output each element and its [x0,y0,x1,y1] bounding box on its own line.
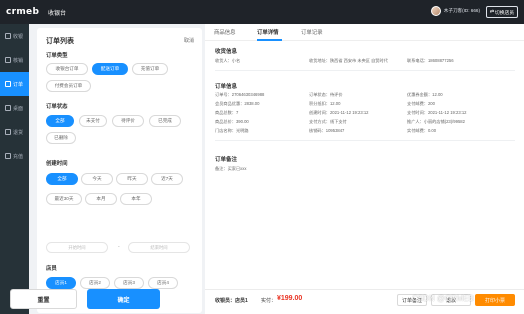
date-range-separator: - [118,244,120,250]
time-this-year[interactable]: 本年 [120,193,152,205]
order-type-delivery[interactable]: 配送订单 [92,63,128,75]
sidebar-item-cashier[interactable]: 收银 [0,24,29,48]
order-list-filter-panel: 订单列表 取消 订单类型 收银台订单 配送订单 充值订单 付费会员订单 订单状态… [37,28,202,313]
promoter: 推广人：小丽的店铺(23)/99582 [407,119,465,124]
time-30-days[interactable]: 最近30天 [46,193,82,205]
time-yesterday[interactable]: 昨天 [116,173,148,185]
actual-postage: 实付邮费：0.00 [407,128,437,133]
receiver-phone: 联系电话：18608877256 [407,58,454,63]
time-today[interactable]: 今天 [81,173,113,185]
status-unpaid[interactable]: 未支付 [79,115,107,127]
user-profile[interactable]: 木子刀客(ID: 666) [430,6,480,16]
detail-tabs: 商品信息 订单详情 订单记录 [205,24,524,41]
receiver-address: 收货地址：陕西省 西安市 未央区 自贸时代 [309,58,388,63]
order-status-title: 订单状态 [46,104,68,110]
order-icon [5,81,11,87]
remark-text: 备注：买家已xxx [215,166,247,171]
order-type-recharge[interactable]: 充值订单 [132,63,168,75]
cashier-staff-label: 收银员：店员1 [215,298,248,304]
time-7-days[interactable]: 近7天 [151,173,183,185]
points-deduction: 积分抵扣：12.00 [309,101,341,106]
divider [215,70,515,71]
remark-title: 订单备注 [215,157,238,163]
active-tab-indicator [257,39,282,41]
print-receipt-button[interactable]: 打印小票 [475,294,515,306]
reset-button[interactable]: 重置 [10,289,77,309]
status-pending-review[interactable]: 待评价 [112,115,144,127]
tab-order-record[interactable]: 订单记录 [301,28,323,36]
sidebar: 收银 核销 订单 桌面 退货 充值 [0,24,29,314]
status-deleted[interactable]: 已删除 [46,132,76,144]
order-status: 订单状态：待评价 [309,92,343,97]
created-time-title: 创建时间 [46,161,68,167]
return-icon [5,129,11,135]
receiver-name: 收货人：小名 [215,58,241,63]
status-completed[interactable]: 已完成 [149,115,181,127]
switch-store-button[interactable]: ⇄ 切换店员 [486,6,518,18]
paid-label: 实付： [261,298,277,304]
paid-amount: ¥199.00 [277,295,303,302]
divider [215,140,515,141]
cancel-button[interactable]: 取消 [184,37,194,44]
sidebar-item-order[interactable]: 订单 [0,72,29,96]
verify-code: 核销码：10953847 [309,128,345,133]
user-name: 木子刀客(ID: 666) [443,8,480,13]
watermark: CSDN @CRMEB [412,294,474,303]
tab-order-detail[interactable]: 订单详情 [257,28,279,36]
sidebar-item-return[interactable]: 退货 [0,120,29,144]
created-time: 创建时间：2021-11-12 19:23:12 [309,110,369,115]
desktop-icon [5,105,11,111]
cashier-icon [5,33,11,39]
sidebar-item-verify[interactable]: 核销 [0,48,29,72]
order-type-title: 订单类型 [46,53,68,59]
user-avatar[interactable] [430,6,441,16]
order-type-cashier[interactable]: 收银台订单 [46,63,88,75]
order-type-member[interactable]: 付费会员订单 [46,80,91,92]
product-total: 商品总价：390.00 [215,119,249,124]
switch-icon: ⇄ [489,9,494,15]
postage: 支付邮费：200 [407,101,435,106]
staff-3[interactable]: 店员3 [114,277,144,289]
status-all[interactable]: 全部 [46,115,74,127]
order-info-title: 订单信息 [215,84,238,90]
coupon-amount: 优惠券金额：12.00 [407,92,443,97]
end-date-input[interactable]: 结束时间 [128,242,190,253]
order-detail-panel: 商品信息 订单详情 订单记录 收货信息 收货人：小名 收货地址：陕西省 西安市 … [205,24,524,314]
order-footer: 收银员：店员1 实付： ¥199.00 订单备注 退款 打印小票 [205,289,524,309]
recharge-icon [5,153,11,159]
order-number: 订单号：27064630346988 [215,92,265,97]
staff-2[interactable]: 店员2 [80,277,110,289]
time-this-month[interactable]: 本月 [85,193,117,205]
tab-product-info[interactable]: 商品信息 [214,28,236,36]
sidebar-item-desktop[interactable]: 桌面 [0,96,29,120]
panel-title: 订单列表 [46,38,74,45]
crmeb-logo: crmeb [6,7,40,17]
time-all[interactable]: 全部 [46,173,78,185]
receiver-title: 收货信息 [215,49,238,55]
staff-title: 店员 [46,266,57,272]
confirm-button[interactable]: 确定 [87,289,160,309]
store-name: 门店名称：光明路 [215,128,249,133]
product-count: 商品总数：7 [215,110,239,115]
verify-icon [5,57,11,63]
staff-1[interactable]: 店员1 [46,277,76,289]
start-date-input[interactable]: 开始时间 [46,242,108,253]
staff-4[interactable]: 店员4 [148,277,178,289]
payment-method: 支付方式：线下支付 [309,119,347,124]
sidebar-item-recharge[interactable]: 充值 [0,144,29,168]
top-bar: crmeb 收银台 木子刀客(ID: 666) ⇄ 切换店员 [0,0,524,24]
member-discount: 会员商品优惠：2838.00 [215,101,260,106]
app-title: 收银台 [48,10,67,17]
payment-time: 支付时间：2021-11-12 19:23:12 [407,110,467,115]
